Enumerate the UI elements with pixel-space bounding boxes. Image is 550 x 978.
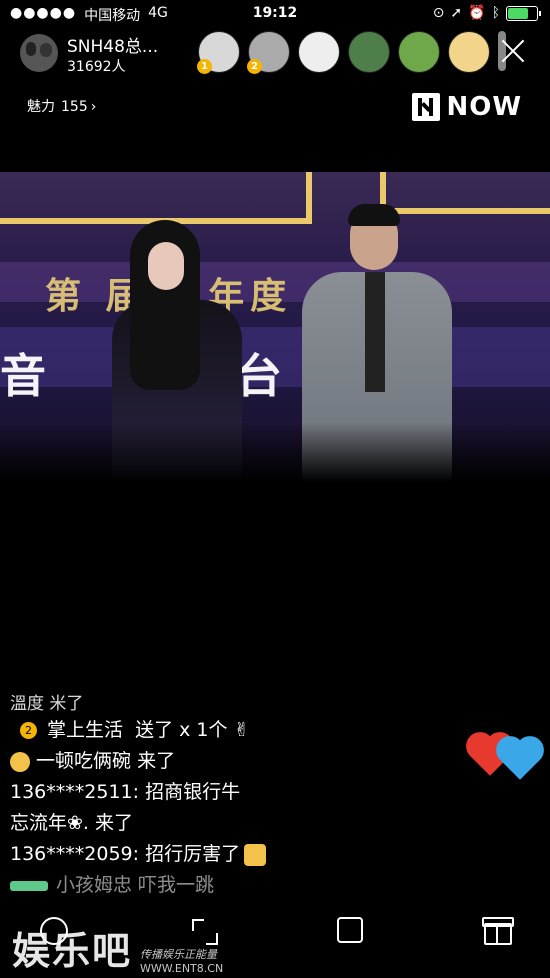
chat-username: 136****2511: [10,781,140,803]
host-name[interactable]: SNH48总... [67,32,158,57]
viewer-avatar[interactable]: 1 [197,31,240,74]
lock-rotation-icon: ⊙ [432,5,445,21]
user-emoji-avatar [10,751,30,772]
chat-username: 一顿吃俩碗 [36,750,132,772]
chat-action: 来了 [137,750,176,772]
viewer-avatar[interactable] [398,31,440,73]
now-logo: NOW [412,92,522,122]
bluetooth-icon: ᛒ [491,5,500,21]
chat-username: 136****2059: [10,843,140,865]
chat-message: 136****2511: 招商银行牛 [10,777,450,808]
thumbs-up-icon [244,843,267,866]
status-bar: ●●●●● 中国移动 4G 19:12 ⊙ ➚ ⏰ ᛒ [0,0,550,28]
blue-heart-icon [500,740,540,780]
chat-username: 掌上生活 [47,719,124,741]
viewer-rank-badge: 1 [197,59,212,74]
watermark-sub: 传播娱乐正能量 WWW.ENT8.CN [140,946,223,975]
gift-message: 2 掌上生活 送了 x 1个 ✌ [10,715,450,746]
live-header: SNH48总... 31692人 12 [0,28,550,84]
viewer-avatar[interactable] [348,31,390,73]
viewer-rank-badge: 2 [247,59,262,74]
chat-feed[interactable]: 溫度 米了 2 掌上生活 送了 x 1个 ✌ 一顿吃俩碗 来了 136****25… [10,693,450,901]
battery-fill [508,7,528,19]
chat-message: 136****2059: 招行厉害了 [10,839,450,870]
now-logo-text: NOW [446,92,522,122]
chat-text: 小孩姆忠 吓我一跳 [56,874,215,896]
stage-frame [380,172,550,214]
host-man-hair [348,204,400,226]
location-icon: ➚ [450,5,463,21]
viewer-avatar[interactable] [448,31,490,73]
gift-icon: ✌ [233,719,250,741]
charm-label: 魅力 [27,99,55,115]
user-badge [10,880,48,891]
chat-message: 小孩姆忠 吓我一跳 [10,870,450,901]
charm-value: 155 [61,99,88,115]
edit-icon[interactable] [337,917,363,943]
now-logo-icon [412,93,441,121]
gift-action: 送了 x 1个 [135,719,228,741]
chat-message: 溫度 米了 [10,694,84,714]
gift-box-icon[interactable] [482,917,514,945]
charm-indicator[interactable]: 魅力 155 › [27,96,96,116]
watermark-url: WWW.ENT8.CN [140,962,224,975]
chat-message: 忘流年❀. 来了 [10,812,133,834]
viewer-avatar[interactable]: 2 [247,31,290,74]
viewer-count: 31692人 [67,59,126,75]
chat-message: 一顿吃俩碗 来了 [10,746,450,777]
host-man-shirt [365,272,385,392]
alarm-icon: ⏰ [468,5,486,21]
like-hearts [460,730,540,780]
chat-text: 招行厉害了 [145,843,241,865]
watermark: 娱乐吧 传播娱乐正能量 WWW.ENT8.CN [12,920,223,975]
stage-frame [0,172,312,224]
battery-icon [506,5,541,21]
user-level-badge: 2 [20,722,37,739]
host-woman-face [148,242,184,290]
viewer-avatar[interactable] [298,31,340,73]
watermark-slogan: 传播娱乐正能量 [140,948,218,961]
chat-text: 招商银行牛 [145,781,241,803]
stage-floor [0,422,550,482]
close-icon[interactable] [500,38,526,64]
host-avatar[interactable] [20,34,58,72]
live-video[interactable]: 第 届偶 年度 音 合 台 [0,172,550,482]
watermark-logo: 娱乐吧 [12,929,133,973]
status-right: ⊙ ➚ ⏰ ᛒ [432,5,541,21]
viewer-avatar-list: 12 [197,31,506,74]
chevron-right-icon: › [90,99,97,115]
